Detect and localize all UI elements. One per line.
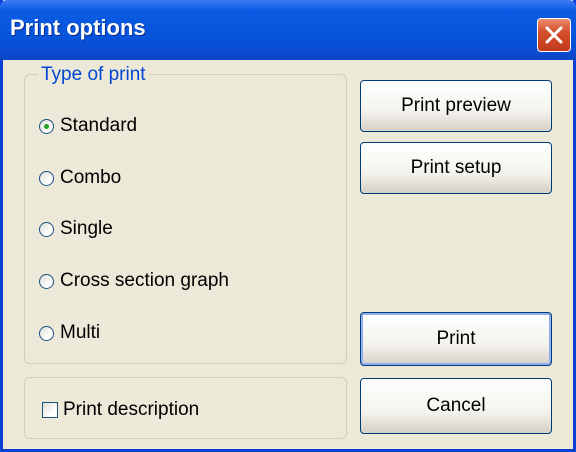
radio-standard[interactable]: Standard [39,113,137,139]
print-setup-button[interactable]: Print setup [360,142,552,194]
radio-button[interactable] [39,170,54,186]
radio-button[interactable] [39,118,54,134]
print-description-label: Print description [63,399,200,420]
window-title: Print options [10,15,146,40]
print-preview-button[interactable]: Print preview [360,80,552,132]
print-options-dialog: Print options Type of print Standard Com… [0,0,576,452]
radio-combo[interactable]: Combo [39,165,121,191]
radio-button[interactable] [39,273,54,289]
radio-button[interactable] [39,221,54,237]
radio-button[interactable] [39,325,54,341]
radio-cross-section-graph[interactable]: Cross section graph [39,268,229,294]
print-description-checkbox[interactable] [42,402,58,418]
print-description-checkbox-row[interactable]: Print description [42,397,199,423]
cancel-button[interactable]: Cancel [360,378,552,434]
radio-combo-label: Combo [60,167,122,188]
radio-selected-dot [44,123,49,129]
radio-multi-label: Multi [60,322,101,343]
radio-standard-label: Standard [60,115,138,136]
radio-single[interactable]: Single [39,216,113,242]
radio-single-label: Single [60,218,113,239]
type-of-print-legend: Type of print [38,64,149,85]
close-icon [545,26,563,44]
print-button[interactable]: Print [360,312,552,366]
close-button[interactable] [537,18,571,52]
radio-multi[interactable]: Multi [39,320,100,346]
title-bar[interactable]: Print options [0,0,576,60]
radio-cross-section-graph-label: Cross section graph [60,270,229,291]
